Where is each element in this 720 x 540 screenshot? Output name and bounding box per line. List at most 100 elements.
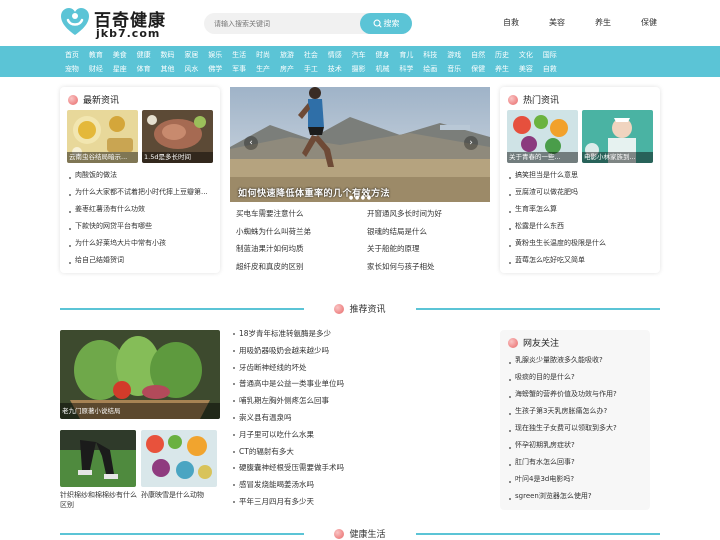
nav-item[interactable]: 科技 — [418, 49, 442, 62]
nav-item[interactable]: 首页 — [60, 49, 84, 62]
nav-item[interactable]: 数码 — [156, 49, 180, 62]
center-link[interactable]: 开窗通风多长时间为好 — [367, 208, 442, 219]
list-item[interactable]: 为什么好莱坞大片中常有小孩 — [68, 237, 214, 254]
nav-item[interactable]: 星座 — [108, 63, 132, 76]
list-item[interactable]: sgreen浏览器怎么使用? — [508, 490, 646, 507]
nav-item[interactable]: 家居 — [179, 49, 203, 62]
list-item[interactable]: 搞笑担当是什么意思 — [508, 169, 654, 186]
nav-item[interactable]: 旅游 — [275, 49, 299, 62]
list-item[interactable]: 豆腐渣可以做花肥吗 — [508, 186, 654, 203]
nav-item[interactable]: 美食 — [108, 49, 132, 62]
list-item[interactable]: 生孩子第3天乳房胀痛怎么办? — [508, 405, 646, 422]
list-item[interactable]: 平年三月四月有多少天 — [232, 496, 344, 513]
nav-item[interactable]: 风水 — [179, 63, 203, 76]
list-item[interactable]: 18岁青年标准转氨酶是多少 — [232, 328, 344, 345]
center-link[interactable]: 银魂的结局是什么 — [367, 226, 427, 237]
list-item[interactable]: 生育率怎么算 — [508, 203, 654, 220]
nav-item[interactable]: 健康 — [132, 49, 156, 62]
nav-item[interactable]: 保健 — [466, 63, 490, 76]
slider-prev-button[interactable]: ‹ — [244, 136, 258, 150]
list-item[interactable]: 用吸奶器吸奶会越来越少吗 — [232, 345, 344, 362]
nav-item[interactable]: 科学 — [394, 63, 418, 76]
recommend-small-caption-1[interactable]: 针织棉纱和棉棉纱有什么区别 — [60, 490, 140, 510]
nav-item[interactable]: 汽车 — [347, 49, 371, 62]
nav-item[interactable]: 美容 — [514, 63, 538, 76]
recommend-small-thumb-1[interactable] — [60, 430, 136, 487]
list-item[interactable]: 哺乳期左胸外侧疼怎么回事 — [232, 395, 344, 412]
top-link[interactable]: 养生 — [580, 17, 626, 28]
hot-thumb-1[interactable]: 关于青春的一些... — [507, 110, 578, 163]
list-item[interactable]: 感冒发烧能喝姜汤水吗 — [232, 479, 344, 496]
list-item[interactable]: 崇义县有温泉吗 — [232, 412, 344, 429]
list-item[interactable]: 下款快的网贷平台有哪些 — [68, 220, 214, 237]
recommend-big-thumb[interactable]: 老九门原著小说结局 — [60, 330, 220, 419]
list-item[interactable]: 普通高中是公益一类事业单位吗 — [232, 378, 344, 395]
top-link[interactable]: 美容 — [534, 17, 580, 28]
list-item[interactable]: 叶问4是3d电影吗? — [508, 473, 646, 490]
nav-item[interactable]: 自然 — [466, 49, 490, 62]
recommend-small-thumb-2[interactable] — [141, 430, 217, 487]
recommend-small-caption-2[interactable]: 孙康映雪是什么动物 — [141, 490, 221, 500]
nav-item[interactable]: 社会 — [299, 49, 323, 62]
nav-item[interactable]: 娱乐 — [203, 49, 227, 62]
nav-item[interactable]: 时尚 — [251, 49, 275, 62]
nav-item[interactable]: 健身 — [371, 49, 395, 62]
nav-item[interactable]: 音乐 — [442, 63, 466, 76]
nav-item[interactable]: 国际 — [538, 49, 562, 62]
list-item[interactable]: 吸痰的目的是什么? — [508, 371, 646, 388]
nav-item[interactable]: 体育 — [132, 63, 156, 76]
nav-item[interactable]: 养生 — [490, 63, 514, 76]
nav-item[interactable]: 技术 — [323, 63, 347, 76]
nav-item[interactable]: 文化 — [514, 49, 538, 62]
latest-thumb-2[interactable]: 1.5d是多长时间 — [142, 110, 213, 163]
center-link[interactable]: 超纤皮和真皮的区别 — [236, 261, 304, 272]
nav-item[interactable]: 生产 — [251, 63, 275, 76]
list-item[interactable]: 蓝莓怎么吃好吃又简单 — [508, 254, 654, 271]
list-item[interactable]: 松露是什么东西 — [508, 220, 654, 237]
nav-item[interactable]: 绘画 — [418, 63, 442, 76]
hot-thumb-2[interactable]: 电影小林家族到... — [582, 110, 653, 163]
slider-next-button[interactable]: › — [464, 136, 478, 150]
center-link[interactable]: 买电车需要注意什么 — [236, 208, 304, 219]
center-link[interactable]: 小蜘蛛为什么叫荷兰弟 — [236, 226, 311, 237]
list-item[interactable]: 肉酸饭的做法 — [68, 169, 214, 186]
list-item[interactable]: 怀孕初期乳房症状? — [508, 439, 646, 456]
nav-item[interactable]: 佛学 — [203, 63, 227, 76]
slider-dots[interactable]: ● ● ● ● — [230, 195, 490, 201]
list-item[interactable]: 牙齿断神经线的坏处 — [232, 362, 344, 379]
nav-item[interactable]: 历史 — [490, 49, 514, 62]
nav-item[interactable]: 情感 — [323, 49, 347, 62]
search-button[interactable]: 搜索 — [360, 13, 412, 34]
nav-item[interactable]: 宠物 — [60, 63, 84, 76]
list-item[interactable]: 为什么大家都不试着把小时代摔上豆瓣第... — [68, 186, 214, 203]
nav-item[interactable]: 手工 — [299, 63, 323, 76]
list-item[interactable]: 乳腺炎少量脓液多久能吸收? — [508, 354, 646, 371]
list-item[interactable]: 肛门有水怎么回事? — [508, 456, 646, 473]
center-link[interactable]: 关于船舵的原理 — [367, 243, 420, 254]
nav-item[interactable]: 机械 — [371, 63, 395, 76]
nav-item[interactable]: 生活 — [227, 49, 251, 62]
nav-item[interactable]: 房产 — [275, 63, 299, 76]
nav-item[interactable]: 其他 — [156, 63, 180, 76]
featured-slider[interactable]: ‹ › 如何快速降低体重率的几个有效方法 ● ● ● ● — [230, 87, 490, 202]
list-item[interactable]: 给自己结婚贺词 — [68, 254, 214, 271]
top-link[interactable]: 保健 — [626, 17, 672, 28]
list-item[interactable]: 姜枣红薯汤有什么功效 — [68, 203, 214, 220]
nav-item[interactable]: 育儿 — [394, 49, 418, 62]
nav-item[interactable]: 教育 — [84, 49, 108, 62]
nav-item[interactable]: 自救 — [538, 63, 562, 76]
list-item[interactable]: 现在独生子女费可以领取到多大? — [508, 422, 646, 439]
nav-item[interactable]: 游戏 — [442, 49, 466, 62]
nav-item[interactable]: 军事 — [227, 63, 251, 76]
search-input[interactable] — [204, 13, 364, 34]
list-item[interactable]: 海螃蟹的营养价值及功效与作用? — [508, 388, 646, 405]
list-item[interactable]: CT的辐射有多大 — [232, 446, 344, 463]
nav-item[interactable]: 摄影 — [347, 63, 371, 76]
latest-thumb-1[interactable]: 云南虫谷结局暗示... — [67, 110, 138, 163]
site-logo[interactable]: 百奇健康 jkb7.com — [60, 4, 170, 42]
list-item[interactable]: 月子里可以吃什么水果 — [232, 429, 344, 446]
nav-item[interactable]: 财经 — [84, 63, 108, 76]
list-item[interactable]: 硬腹囊神经根受压需要做手术吗 — [232, 462, 344, 479]
top-link[interactable]: 自救 — [488, 17, 534, 28]
center-link[interactable]: 制蓝油果汁如何均质 — [236, 243, 304, 254]
